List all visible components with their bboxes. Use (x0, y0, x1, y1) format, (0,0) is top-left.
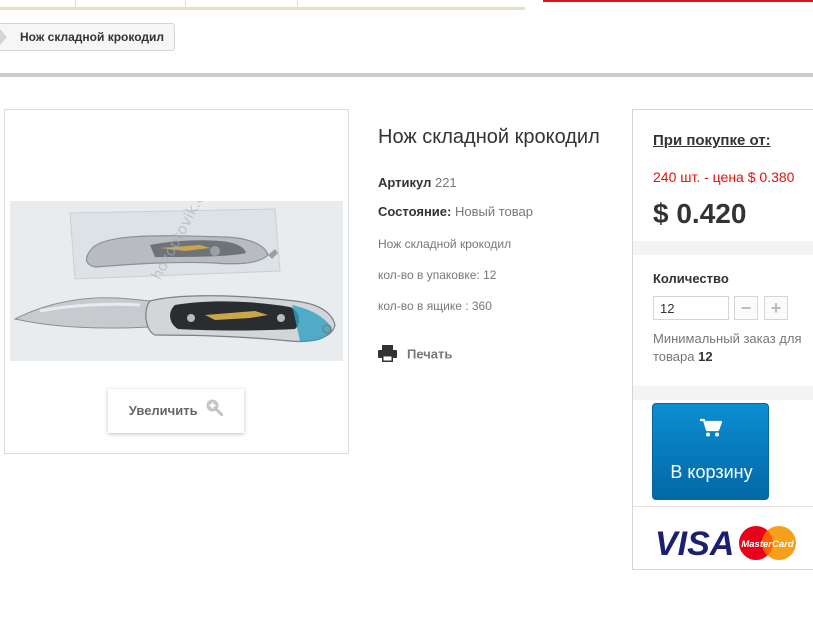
quantity-decrease-button[interactable]: − (734, 296, 758, 320)
cart-icon (700, 418, 723, 443)
mastercard-logo-text: MasterCard (741, 539, 793, 550)
price-tier-title[interactable]: При покупке от: (653, 132, 771, 149)
box-quantity: кол-во в ящике : 360 (378, 299, 492, 313)
zoom-button[interactable]: Увеличить (108, 389, 244, 433)
min-order-text: Минимальный заказ для товара (653, 331, 802, 364)
quantity-input[interactable] (653, 296, 729, 320)
top-accent-line (543, 0, 813, 2)
add-to-cart-button[interactable]: В корзину (652, 403, 769, 500)
minimum-order-note: Минимальный заказ для товара 12 (653, 330, 811, 366)
breadcrumb[interactable]: Нож складной крокодил (0, 23, 176, 51)
top-menu-strip (0, 0, 525, 10)
plus-icon: + (770, 298, 782, 318)
zoom-label: Увеличить (128, 403, 198, 418)
product-description: Нож складной крокодил (378, 237, 512, 251)
sku-line: Артикул 221 (378, 175, 457, 190)
zoom-in-icon (205, 390, 224, 434)
sku-label: Артикул (378, 175, 432, 190)
quantity-increase-button[interactable]: + (764, 296, 788, 320)
quantity-label: Количество (653, 271, 729, 286)
condition-value: Новый товар (454, 204, 533, 219)
breadcrumb-current: Нож складной крокодил (20, 30, 165, 44)
add-to-cart-label: В корзину (670, 462, 753, 482)
current-price: $ 0.420 (653, 198, 747, 229)
payment-cards-logo: VISA MasterCard (655, 525, 796, 563)
minus-icon: − (740, 298, 752, 318)
product-photo[interactable]: hozoptovik.com (10, 201, 343, 361)
sku-value: 221 (434, 175, 457, 190)
visa-logo-text: VISA (655, 525, 734, 563)
print-link[interactable]: Печать (378, 345, 452, 365)
product-title: Нож складной крокодил (378, 126, 600, 148)
min-order-qty: 12 (698, 349, 713, 364)
header-divider (0, 73, 813, 77)
buy-box: При покупке от: 240 шт. - цена $ 0.380 $… (632, 109, 813, 570)
print-label: Печать (407, 346, 453, 362)
discount-price: 240 шт. - цена $ 0.380 (653, 169, 795, 185)
printer-icon (378, 345, 397, 365)
condition-label: Состояние: (378, 204, 452, 219)
condition-line: Состояние: Новый товар (378, 204, 533, 219)
pack-quantity: кол-во в упаковке: 12 (378, 268, 497, 282)
product-image-block: hozoptovik.com Увеличить (4, 109, 349, 454)
